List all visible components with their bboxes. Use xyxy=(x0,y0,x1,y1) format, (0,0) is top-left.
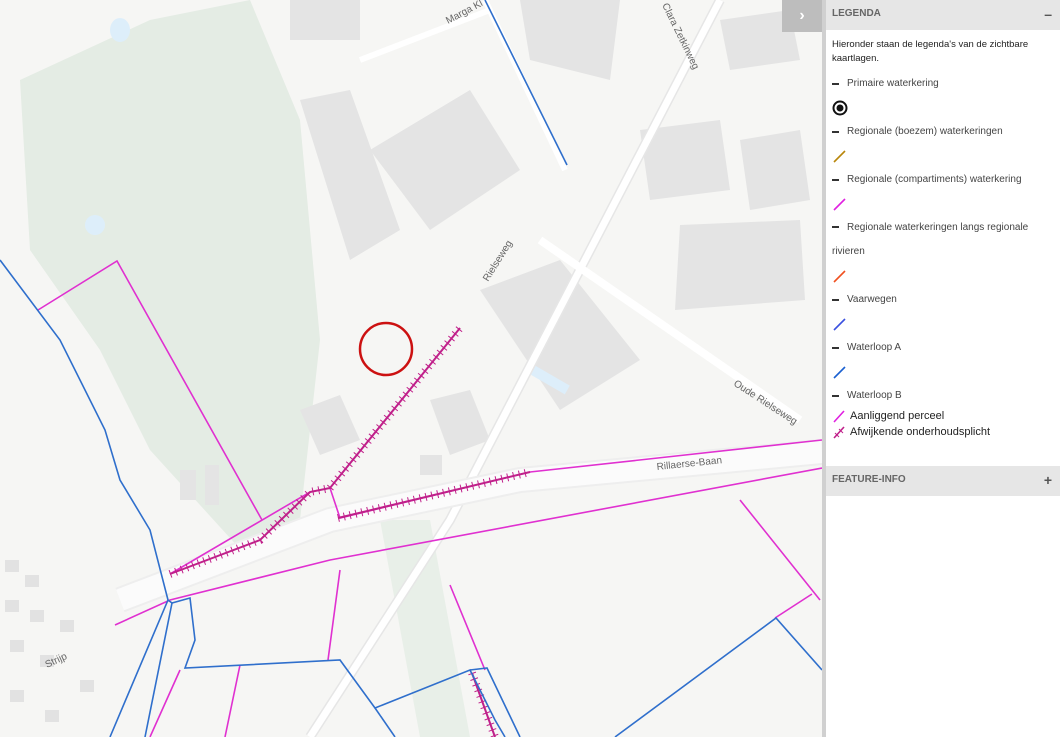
line-symbol-icon xyxy=(832,192,1054,216)
feature-info-header[interactable]: FEATURE-INFO + xyxy=(826,466,1060,496)
layer-vaarwegen[interactable]: Vaarwegen xyxy=(832,288,1054,312)
layer-regionale-rivieren[interactable]: Regionale waterkeringen langs regionale … xyxy=(832,216,1054,264)
layer-primaire-waterkering[interactable]: Primaire waterkering xyxy=(832,72,1054,96)
street-label-rielseweg: Rielseweg xyxy=(481,239,515,284)
feature-info-title: FEATURE-INFO xyxy=(832,474,906,485)
layer-toggle-icon[interactable] xyxy=(832,131,839,133)
green-area xyxy=(20,0,320,560)
layer-boezem-waterkeringen[interactable]: Regionale (boezem) waterkeringen xyxy=(832,120,1054,144)
layer-toggle-icon[interactable] xyxy=(832,347,839,349)
residential-blocks xyxy=(5,560,94,722)
street-label-oude-rielseweg: Oude Rielseweg xyxy=(731,378,799,427)
layer-waterloop-b[interactable]: Waterloop B xyxy=(832,384,1054,408)
panel-toggle-button[interactable]: › xyxy=(782,0,822,32)
layer-compartiments-waterkering[interactable]: Regionale (compartiments) waterkering xyxy=(832,168,1054,192)
street-label-strijp: Strijp xyxy=(44,651,70,671)
layer-waterloop-a[interactable]: Waterloop A xyxy=(832,336,1054,360)
layer-toggle-icon[interactable] xyxy=(832,179,839,181)
layer-toggle-icon[interactable] xyxy=(832,299,839,301)
bullseye-icon xyxy=(832,96,1054,120)
side-panel: LEGENDA – Hieronder staan de legenda's v… xyxy=(822,0,1060,737)
chevron-right-icon: › xyxy=(799,7,805,24)
tick-line-icon xyxy=(833,426,845,439)
plus-icon[interactable]: + xyxy=(1044,466,1052,494)
layer-toggle-icon[interactable] xyxy=(832,226,839,229)
line-symbol-icon xyxy=(832,264,1054,288)
line-symbol-icon xyxy=(832,360,1054,384)
layer-toggle-icon[interactable] xyxy=(832,395,839,397)
line-symbol-icon xyxy=(833,410,845,423)
layer-toggle-icon[interactable] xyxy=(832,83,839,85)
line-symbol-icon xyxy=(832,144,1054,168)
legend-body: Hieronder staan de legenda's van de zich… xyxy=(826,30,1060,450)
map-canvas[interactable]: Marga Kl Clara Zetkinweg Rielseweg Oude … xyxy=(0,0,822,737)
collapse-icon[interactable]: – xyxy=(1044,0,1052,28)
legend-title: LEGENDA xyxy=(832,8,881,19)
legend-header[interactable]: LEGENDA – xyxy=(826,0,1060,30)
line-symbol-icon xyxy=(832,312,1054,336)
location-marker[interactable] xyxy=(358,321,414,377)
legend-item-afwijkende-onderhoudsplicht: Afwijkende onderhoudsplicht xyxy=(832,424,1054,440)
legend-intro: Hieronder staan de legenda's van de zich… xyxy=(832,39,1029,64)
street-label-zetkinweg: Clara Zetkinweg xyxy=(659,1,701,71)
legend-item-aanliggend-perceel: Aanliggend perceel xyxy=(832,408,1054,424)
map-view[interactable]: Marga Kl Clara Zetkinweg Rielseweg Oude … xyxy=(0,0,822,737)
